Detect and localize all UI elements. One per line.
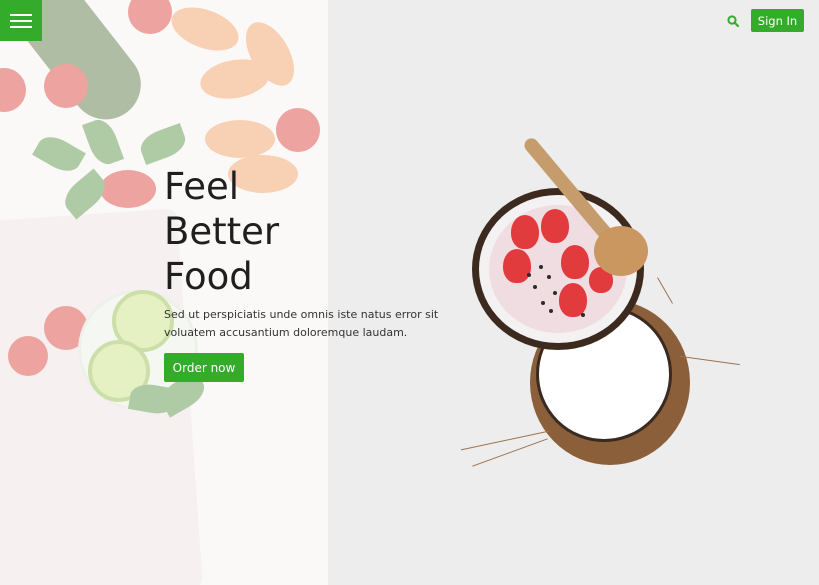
strawberry xyxy=(561,245,589,279)
hamburger-menu-icon xyxy=(10,19,32,22)
hero-description: Sed ut perspiciatis unde omnis iste natu… xyxy=(164,308,439,339)
strawberry xyxy=(511,215,539,249)
chia-seed xyxy=(541,301,545,305)
hero-title-line: Food xyxy=(164,255,253,298)
strawberry xyxy=(503,249,531,283)
chia-seed xyxy=(547,275,551,279)
hamburger-menu-icon xyxy=(10,25,32,28)
chia-seed xyxy=(553,291,557,295)
hero-title: Feel Better Food xyxy=(164,164,384,299)
chia-seed xyxy=(581,313,585,317)
chia-seed xyxy=(539,265,543,269)
menu-button[interactable] xyxy=(0,0,42,41)
wooden-spoon xyxy=(594,226,648,276)
chia-seed xyxy=(549,309,553,313)
sign-in-button[interactable]: Sign In xyxy=(751,9,804,32)
hero-title-line: Better xyxy=(164,210,280,253)
strawberry xyxy=(541,209,569,243)
search-icon[interactable] xyxy=(726,14,740,28)
hero-title-line: Feel xyxy=(164,165,240,208)
chia-seed xyxy=(527,273,531,277)
order-now-button[interactable]: Order now xyxy=(164,353,244,382)
strawberry xyxy=(559,283,587,317)
landing-page: Sign In Feel Better Food Sed ut perspici… xyxy=(0,0,819,585)
hamburger-menu-icon xyxy=(10,13,32,16)
chia-seed xyxy=(533,285,537,289)
